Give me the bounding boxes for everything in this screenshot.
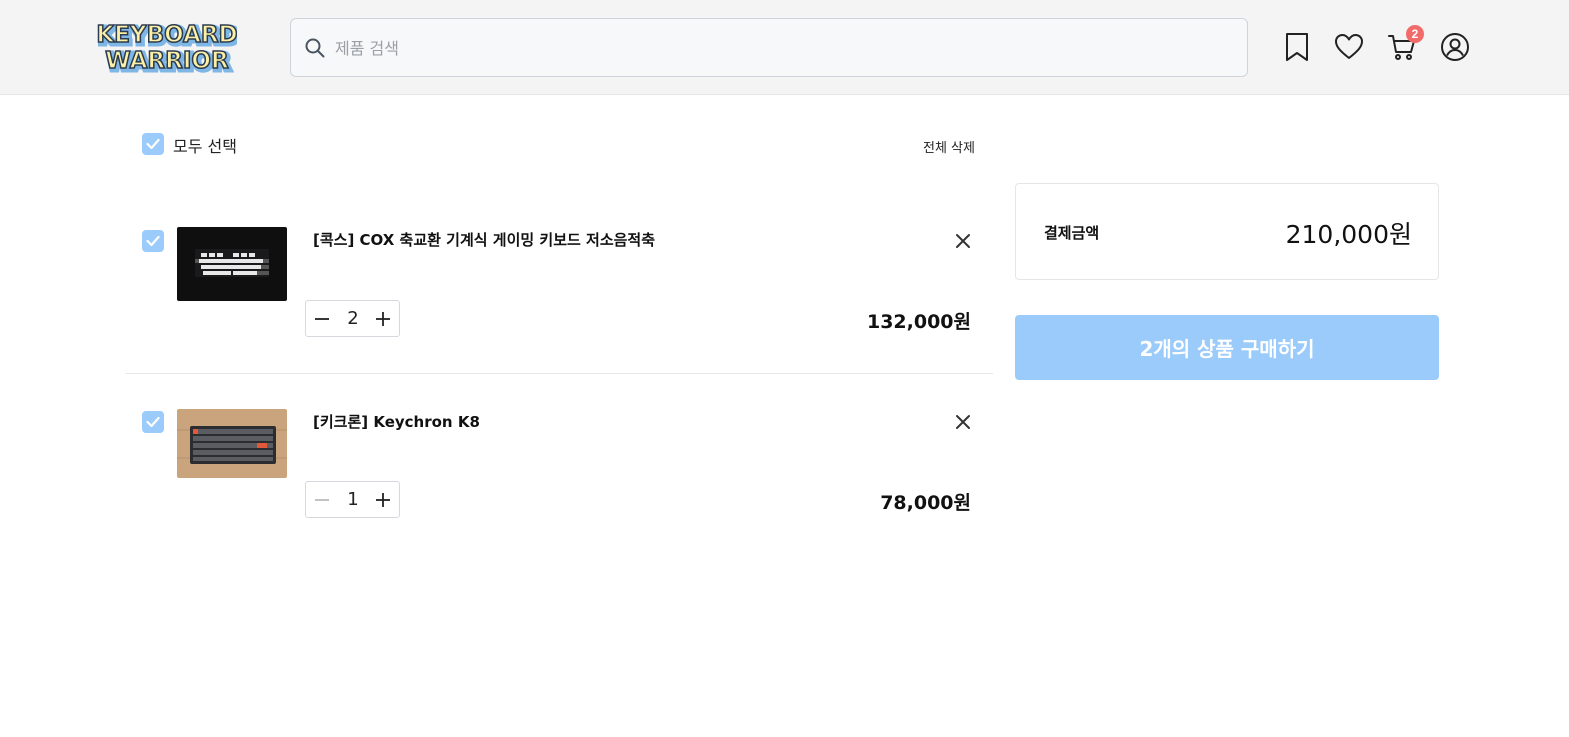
decrease-quantity-button[interactable]	[312, 309, 332, 329]
search-bar[interactable]	[290, 18, 1248, 77]
quantity-value: 2	[347, 308, 359, 329]
logo-text-1: KEYBOARD	[97, 22, 237, 48]
wishlist-button[interactable]	[1334, 32, 1364, 62]
select-all-label: 모두 선택	[173, 137, 237, 156]
item-checkbox[interactable]	[142, 230, 164, 252]
cart-count-badge: 2	[1406, 25, 1424, 43]
item-price: 78,000원	[880, 492, 971, 514]
bookmark-icon	[1286, 33, 1308, 61]
payment-amount-label: 결제금액	[1044, 224, 1100, 242]
plus-icon	[376, 493, 390, 507]
keyboard-warrior-logo[interactable]: KEYBOARD KEYBOARD WARRIOR WARRIOR	[97, 18, 237, 76]
increase-quantity-button[interactable]	[373, 490, 393, 510]
quantity-value: 1	[347, 489, 359, 510]
payment-summary: 결제금액 210,000원	[1015, 183, 1439, 280]
remove-item-button[interactable]	[953, 231, 973, 251]
heart-icon	[1335, 34, 1363, 59]
select-all-checkbox[interactable]	[142, 133, 164, 155]
item-checkbox[interactable]	[142, 411, 164, 433]
minus-icon	[315, 318, 329, 320]
search-input[interactable]	[335, 29, 1215, 67]
payment-total: 210,000원	[1285, 220, 1412, 249]
item-name[interactable]: [콕스] COX 축교환 기계식 게이밍 키보드 저소음적축	[313, 229, 655, 250]
product-image[interactable]	[177, 409, 287, 478]
minus-icon	[315, 499, 329, 501]
top-header: KEYBOARD KEYBOARD WARRIOR WARRIOR 2	[0, 0, 1569, 95]
plus-icon	[376, 312, 390, 326]
user-icon	[1441, 33, 1469, 61]
purchase-button[interactable]: 2개의 상품 구매하기	[1015, 315, 1439, 380]
quantity-stepper: 2	[305, 300, 400, 337]
remove-item-button[interactable]	[953, 412, 973, 432]
account-button[interactable]	[1440, 32, 1470, 62]
quantity-stepper: 1	[305, 481, 400, 518]
product-image[interactable]	[177, 227, 287, 301]
item-name[interactable]: [키크론] Keychron K8	[313, 411, 480, 432]
increase-quantity-button[interactable]	[373, 309, 393, 329]
check-icon	[146, 416, 160, 428]
check-icon	[146, 138, 160, 150]
search-icon	[305, 38, 325, 58]
item-price: 132,000원	[866, 311, 971, 333]
close-icon	[956, 415, 970, 429]
decrease-quantity-button[interactable]	[312, 490, 332, 510]
close-icon	[956, 234, 970, 248]
delete-all-button[interactable]: 전체 삭제	[923, 137, 975, 156]
logo-text-2: WARRIOR	[105, 48, 229, 74]
bookmark-button[interactable]	[1282, 32, 1312, 62]
check-icon	[146, 235, 160, 247]
item-divider	[125, 373, 993, 374]
